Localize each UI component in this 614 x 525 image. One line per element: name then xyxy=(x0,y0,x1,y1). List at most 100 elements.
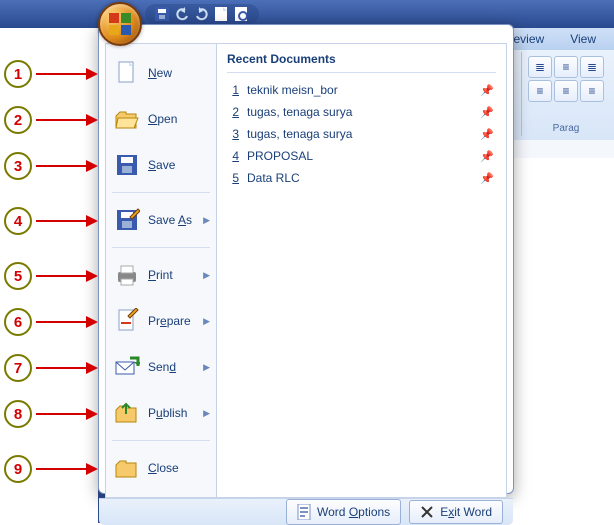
pin-icon[interactable]: 📌 xyxy=(480,150,494,163)
office-menu-commands: NewOpenSaveSave As▶Print▶Prepare▶Send▶Pu… xyxy=(106,44,217,497)
recent-document-item[interactable]: 1 teknik meisn_bor 📌 xyxy=(227,79,496,101)
office-menu: NewOpenSaveSave As▶Print▶Prepare▶Send▶Pu… xyxy=(98,24,514,494)
menu-item-open[interactable]: Open xyxy=(106,96,216,142)
callout-number: 4 xyxy=(4,207,32,235)
recent-item-name: tugas, tenaga surya xyxy=(247,105,352,119)
ribbon-group-paragraph: ≣ ≡ ≣ ≡ ≡ ≡ Parag xyxy=(521,52,610,136)
menu-item-print[interactable]: Print ▶ xyxy=(106,252,216,298)
callout-arrow-icon xyxy=(36,165,104,167)
word-options-label: Word Options xyxy=(317,505,390,519)
submenu-arrow-icon: ▶ xyxy=(203,316,210,327)
folder-open-icon xyxy=(114,106,140,132)
pin-icon[interactable]: 📌 xyxy=(480,128,494,141)
recent-documents-panel: Recent Documents 1 teknik meisn_bor 📌 2 tuga… xyxy=(217,44,506,497)
ribbon-group-label: Parag xyxy=(522,123,610,134)
recent-document-item[interactable]: 2 tugas, tenaga surya 📌 xyxy=(227,101,496,123)
numbering-icon[interactable]: ≡ xyxy=(554,56,578,78)
submenu-arrow-icon: ▶ xyxy=(203,362,210,373)
quick-access-toolbar[interactable] xyxy=(145,4,259,24)
menu-item-prepare[interactable]: Prepare ▶ xyxy=(106,298,216,344)
menu-item-send[interactable]: Send ▶ xyxy=(106,344,216,390)
callout-2: 2 xyxy=(4,106,104,134)
pin-icon[interactable]: 📌 xyxy=(480,106,494,119)
callout-3: 3 xyxy=(4,152,104,180)
menu-separator xyxy=(112,440,210,441)
callout-arrow-icon xyxy=(36,321,104,323)
floppy-icon xyxy=(114,152,140,178)
callout-number: 1 xyxy=(4,60,32,88)
exit-word-label: Exit Word xyxy=(440,505,492,519)
recent-document-item[interactable]: 4 PROPOSAL 📌 xyxy=(227,145,496,167)
menu-item-label: Publish xyxy=(148,406,187,420)
office-menu-footer: Word Options Exit Word xyxy=(99,498,513,525)
callout-arrow-icon xyxy=(36,468,104,470)
callout-7: 7 xyxy=(4,354,104,382)
pin-icon[interactable]: 📌 xyxy=(480,84,494,97)
menu-item-save-as[interactable]: Save As ▶ xyxy=(106,197,216,243)
recent-item-number: 4 xyxy=(229,149,239,163)
callout-arrow-icon xyxy=(36,367,104,369)
callout-1: 1 xyxy=(4,60,104,88)
menu-item-label: Print xyxy=(148,268,173,282)
options-page-icon xyxy=(297,504,311,520)
recent-document-item[interactable]: 5Data RLC📌 xyxy=(227,167,496,189)
menu-item-label: Close xyxy=(148,461,179,475)
menu-item-label: Prepare xyxy=(148,314,191,328)
bullets-icon[interactable]: ≣ xyxy=(528,56,552,78)
pin-icon[interactable]: 📌 xyxy=(480,172,494,185)
callout-number: 5 xyxy=(4,262,32,290)
printer-icon xyxy=(114,262,140,288)
preview-icon[interactable] xyxy=(235,7,249,21)
align-right-icon[interactable]: ≡ xyxy=(580,80,604,102)
callout-number: 3 xyxy=(4,152,32,180)
callout-number: 2 xyxy=(4,106,32,134)
annotation-callouts: 1 2 3 4 5 6 7 8 9 xyxy=(0,0,98,523)
menu-item-save[interactable]: Save xyxy=(106,142,216,188)
recent-item-number: 3 xyxy=(229,127,239,141)
align-center-icon[interactable]: ≡ xyxy=(554,80,578,102)
menu-item-close[interactable]: Close xyxy=(106,445,216,491)
menu-item-label: Save xyxy=(148,158,175,172)
exit-word-button[interactable]: Exit Word xyxy=(409,500,503,524)
menu-separator xyxy=(112,247,210,248)
callout-arrow-icon xyxy=(36,119,104,121)
recent-item-name: PROPOSAL xyxy=(247,149,313,163)
office-button[interactable] xyxy=(98,2,142,46)
recent-item-number: 5 xyxy=(229,171,239,185)
recent-documents-title: Recent Documents xyxy=(227,52,496,73)
mail-send-icon xyxy=(114,354,140,380)
callout-number: 9 xyxy=(4,455,32,483)
callout-number: 7 xyxy=(4,354,32,382)
save-icon[interactable] xyxy=(155,7,169,21)
callout-number: 6 xyxy=(4,308,32,336)
menu-item-new[interactable]: New xyxy=(106,50,216,96)
recent-item-name: teknik meisn_bor xyxy=(247,83,338,97)
callout-9: 9 xyxy=(4,455,104,483)
tab-view[interactable]: View xyxy=(562,29,604,49)
align-left-icon[interactable]: ≡ xyxy=(528,80,552,102)
recent-item-number: 2 xyxy=(229,105,239,119)
submenu-arrow-icon: ▶ xyxy=(203,270,210,281)
undo-icon[interactable] xyxy=(175,7,189,21)
menu-item-label: New xyxy=(148,66,172,80)
folder-share-icon xyxy=(114,400,140,426)
menu-item-label: Send xyxy=(148,360,176,374)
multilevel-icon[interactable]: ≣ xyxy=(580,56,604,78)
close-x-icon xyxy=(420,505,434,519)
callout-8: 8 xyxy=(4,400,104,428)
callout-number: 8 xyxy=(4,400,32,428)
recent-item-number: 1 xyxy=(229,83,239,97)
menu-item-label: Open xyxy=(148,112,177,126)
menu-item-publish[interactable]: Publish ▶ xyxy=(106,390,216,436)
callout-5: 5 xyxy=(4,262,104,290)
menu-item-label: Save As xyxy=(148,213,192,227)
redo-icon[interactable] xyxy=(195,7,209,21)
submenu-arrow-icon: ▶ xyxy=(203,408,210,419)
new-doc-icon[interactable] xyxy=(215,7,229,21)
word-options-button[interactable]: Word Options xyxy=(286,499,401,525)
submenu-arrow-icon: ▶ xyxy=(203,215,210,226)
callout-arrow-icon xyxy=(36,275,104,277)
recent-document-item[interactable]: 3tugas, tenaga surya📌 xyxy=(227,123,496,145)
menu-separator xyxy=(112,192,210,193)
floppy-pencil-icon xyxy=(114,207,140,233)
